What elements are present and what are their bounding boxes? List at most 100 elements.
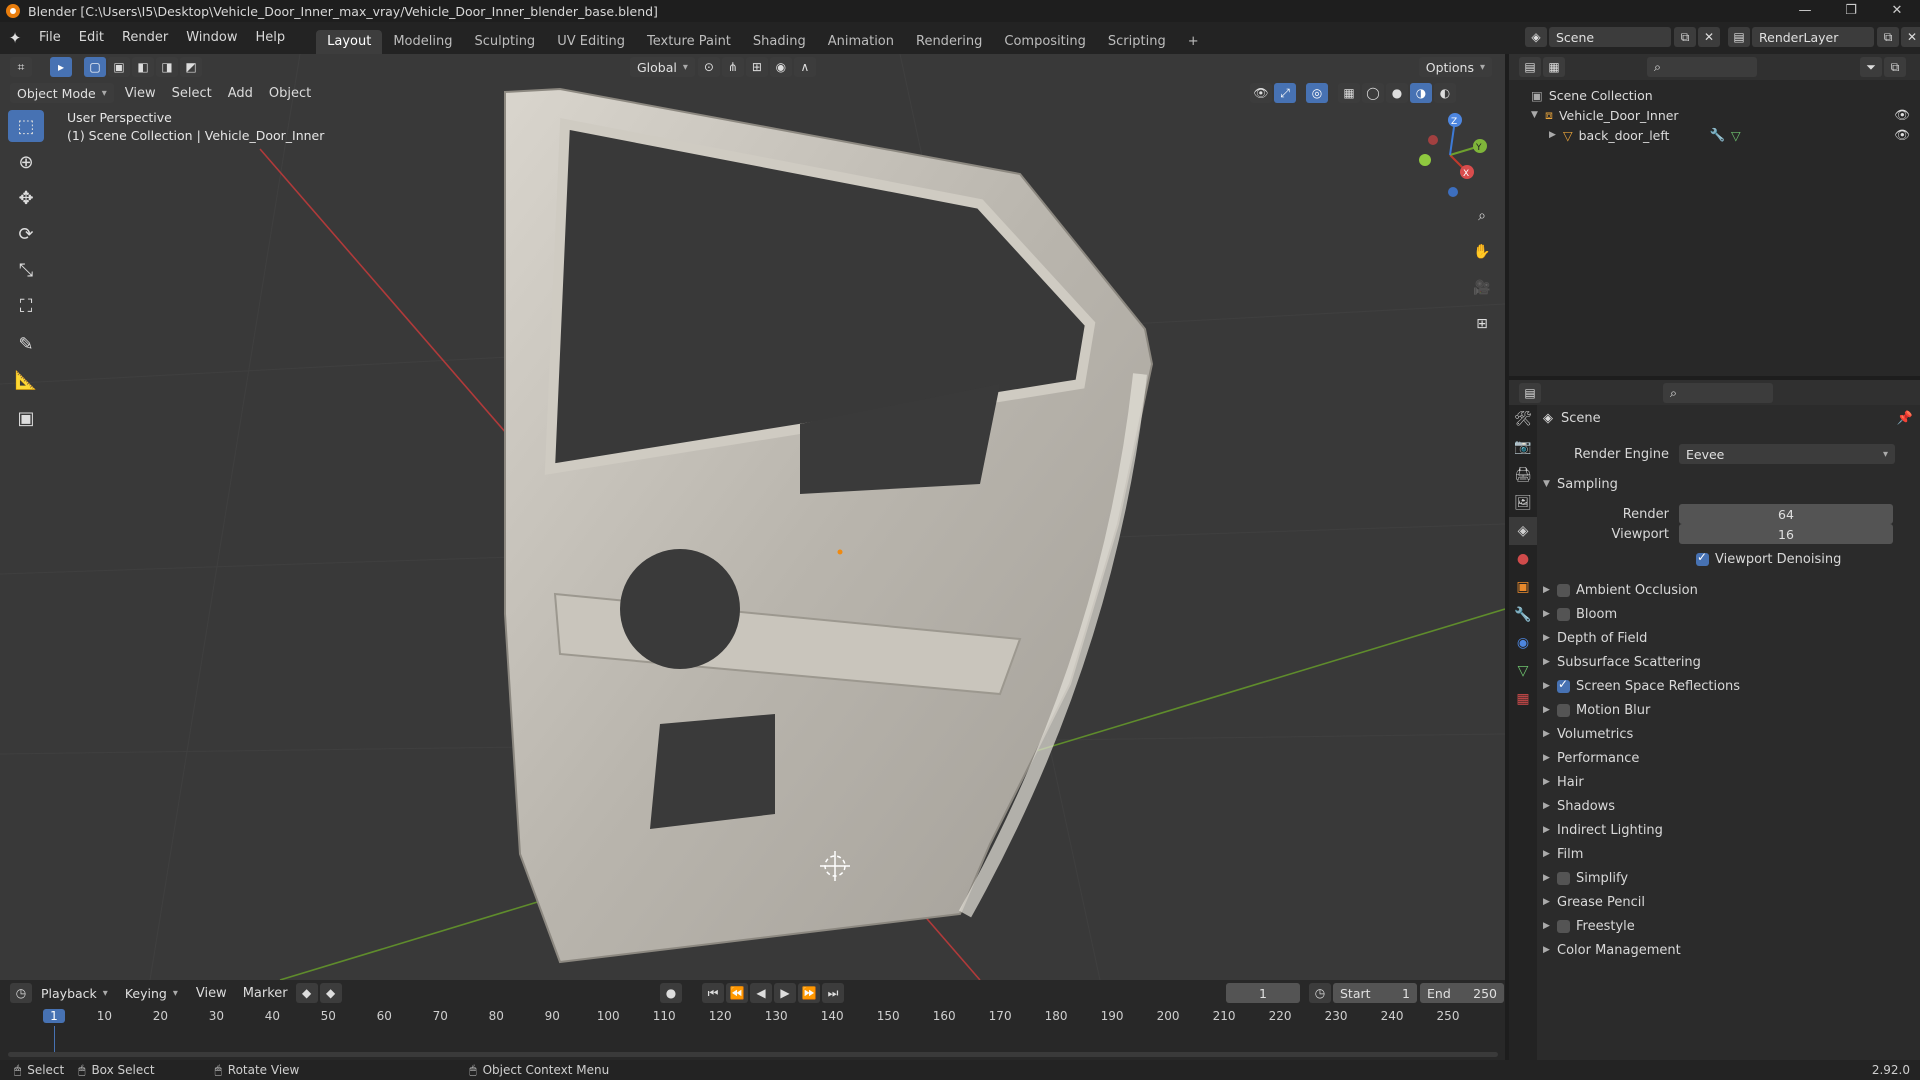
xray-icon[interactable]: ▦ — [1338, 83, 1360, 103]
timeline-menu-keying[interactable]: Keying — [118, 983, 185, 1003]
expand-arrow-icon[interactable]: ▶ — [1543, 705, 1557, 715]
zoom-icon[interactable]: ⌕ — [1470, 204, 1494, 228]
expand-arrow-icon[interactable]: ▶ — [1543, 681, 1557, 691]
outliner-root[interactable]: ▣ Scene Collection — [1509, 85, 1920, 105]
keyframe-icon[interactable]: ◆ — [295, 983, 318, 1003]
scale-tool-icon[interactable]: ⤡ — [8, 254, 44, 286]
filter-icon[interactable]: ⏷ — [1860, 57, 1882, 77]
rotate-tool-icon[interactable]: ⟳ — [8, 218, 44, 250]
mode-new-icon[interactable]: ▢ — [84, 57, 106, 77]
expand-arrow-icon[interactable]: ▶ — [1543, 897, 1557, 907]
sampling-panel-header[interactable]: ▼ Sampling — [1543, 472, 1913, 496]
scene-icon[interactable]: ◈ — [1525, 27, 1547, 47]
object-mode-dropdown[interactable]: Object Mode — [10, 83, 114, 103]
mode-intersect-icon[interactable]: ◩ — [180, 57, 202, 77]
expand-arrow-icon[interactable]: ▶ — [1543, 801, 1557, 811]
visibility-icon[interactable]: 👁 — [1250, 83, 1272, 103]
cursor-tool-icon[interactable]: ⊕ — [8, 146, 44, 178]
outliner-item[interactable]: ▶ ▽ back_door_left 🔧 ▽ 👁 — [1509, 125, 1920, 145]
layer-selector[interactable]: RenderLayer — [1752, 27, 1874, 47]
options-button[interactable]: Options — [1418, 57, 1492, 77]
expand-arrow-icon[interactable]: ▶ — [1543, 753, 1557, 763]
data-tab-icon[interactable]: ▽ — [1509, 657, 1537, 685]
delete-scene-icon[interactable]: ✕ — [1698, 27, 1720, 47]
visibility-eye-icon[interactable]: 👁 — [1894, 107, 1910, 123]
end-frame-field[interactable]: End 250 — [1420, 983, 1504, 1003]
section-panel-header[interactable]: ▶ Volumetrics — [1543, 722, 1913, 746]
physics-tab-icon[interactable]: ◉ — [1509, 629, 1537, 657]
section-panel-header[interactable]: ▶ Hair — [1543, 770, 1913, 794]
scene-selector[interactable]: Scene — [1549, 27, 1671, 47]
render-samples-field[interactable]: 64 — [1679, 504, 1893, 524]
shading-rendered-icon[interactable]: ◐ — [1434, 83, 1456, 103]
section-panel-header[interactable]: ▶ Depth of Field — [1543, 626, 1913, 650]
viewport-menu-select[interactable]: Select — [164, 86, 220, 101]
jump-start-icon[interactable]: ⏮ — [702, 983, 724, 1003]
measure-tool-icon[interactable]: 📐 — [8, 364, 44, 396]
tab-uv-editing[interactable]: UV Editing — [546, 30, 636, 54]
section-checkbox[interactable] — [1557, 919, 1570, 933]
section-checkbox[interactable] — [1557, 583, 1570, 597]
new-collection-icon[interactable]: ⧉ — [1884, 57, 1906, 77]
add-workspace-button[interactable]: + — [1177, 30, 1210, 54]
section-panel-header[interactable]: ▶ Freestyle — [1543, 914, 1913, 938]
select-tool-icon[interactable]: ▸ — [50, 57, 72, 77]
timeline-menu-marker[interactable]: Marker — [235, 986, 296, 1001]
outliner-item[interactable]: ▼ ⧈ Vehicle_Door_Inner 👁 — [1509, 105, 1920, 125]
next-key-icon[interactable]: ⏩ — [798, 983, 820, 1003]
transform-tool-icon[interactable]: ⛶ — [8, 290, 44, 322]
section-panel-header[interactable]: ▶ Performance — [1543, 746, 1913, 770]
expand-arrow-icon[interactable]: ▶ — [1543, 849, 1557, 859]
timeline-scrollbar[interactable] — [8, 1052, 1498, 1057]
camera-icon[interactable]: 🎥 — [1470, 276, 1494, 300]
new-layer-icon[interactable]: ⧉ — [1877, 27, 1899, 47]
mode-extend-icon[interactable]: ▣ — [108, 57, 130, 77]
ortho-grid-icon[interactable]: ⊞ — [1470, 312, 1494, 336]
viewport-menu-add[interactable]: Add — [220, 86, 261, 101]
frame-ruler[interactable]: 1 10 20 30 40 50 60 70 80 90 100 110 120 130 140 150 160… — [0, 1006, 1505, 1028]
section-checkbox[interactable] — [1557, 871, 1570, 885]
modifier-tab-icon[interactable]: 🔧 — [1509, 601, 1537, 629]
tab-compositing[interactable]: Compositing — [993, 30, 1097, 54]
render-tab-icon[interactable]: 📷 — [1509, 433, 1537, 461]
menu-help[interactable]: Help — [247, 22, 295, 54]
shading-solid-icon[interactable]: ● — [1386, 83, 1408, 103]
shading-material-icon[interactable]: ◑ — [1410, 83, 1432, 103]
object-tab-icon[interactable]: ▣ — [1509, 573, 1537, 601]
section-checkbox[interactable] — [1557, 677, 1570, 693]
editor-type-icon[interactable]: ⌗ — [10, 57, 32, 77]
expand-arrow-icon[interactable]: ▶ — [1543, 585, 1557, 595]
3d-viewport[interactable]: ⌗ ▸ ▢ ▣ ◧ ◨ ◩ Global ⊙ ⋔ ⊞ ◉ ∧ Options O… — [0, 54, 1505, 980]
section-checkbox[interactable] — [1557, 703, 1570, 717]
transform-orientation[interactable]: Global — [630, 57, 695, 77]
tab-sculpting[interactable]: Sculpting — [463, 30, 546, 54]
close-button[interactable]: ✕ — [1874, 0, 1920, 22]
collapse-arrow-icon[interactable]: ▼ — [1543, 479, 1557, 489]
expand-arrow-icon[interactable]: ▶ — [1543, 921, 1557, 931]
tab-rendering[interactable]: Rendering — [905, 30, 993, 54]
snap-type-icon[interactable]: ⊞ — [745, 57, 768, 77]
expand-arrow-icon[interactable]: ▶ — [1549, 130, 1563, 140]
pan-hand-icon[interactable]: ✋ — [1470, 240, 1494, 264]
section-panel-header[interactable]: ▶ Film — [1543, 842, 1913, 866]
menu-file[interactable]: File — [30, 22, 70, 54]
tab-scripting[interactable]: Scripting — [1097, 30, 1177, 54]
proportional-icon[interactable]: ◉ — [769, 57, 792, 77]
menu-window[interactable]: Window — [177, 22, 246, 54]
navigation-gizmo[interactable]: X Y Z — [1405, 110, 1495, 200]
section-panel-header[interactable]: ▶ Screen Space Reflections — [1543, 674, 1913, 698]
section-panel-header[interactable]: ▶ Color Management — [1543, 938, 1913, 962]
render-engine-dropdown[interactable]: Eevee — [1679, 444, 1895, 464]
expand-arrow-icon[interactable]: ▼ — [1531, 110, 1545, 120]
record-icon[interactable]: ● — [660, 983, 682, 1003]
outliner-search-input[interactable]: ⌕ — [1647, 57, 1757, 77]
tab-modeling[interactable]: Modeling — [382, 30, 463, 54]
viewport-denoising-row[interactable]: Viewport Denoising — [1543, 547, 1913, 571]
expand-arrow-icon[interactable]: ▶ — [1543, 633, 1557, 643]
section-panel-header[interactable]: ▶ Motion Blur — [1543, 698, 1913, 722]
pivot-icon[interactable]: ⊙ — [697, 57, 720, 77]
layer-icon[interactable]: ▤ — [1728, 27, 1750, 47]
viewport-denoising-checkbox[interactable] — [1696, 550, 1709, 566]
gizmo-toggle-icon[interactable]: ⤢ — [1274, 83, 1296, 103]
keyframe-next-icon[interactable]: ◆ — [319, 983, 342, 1003]
